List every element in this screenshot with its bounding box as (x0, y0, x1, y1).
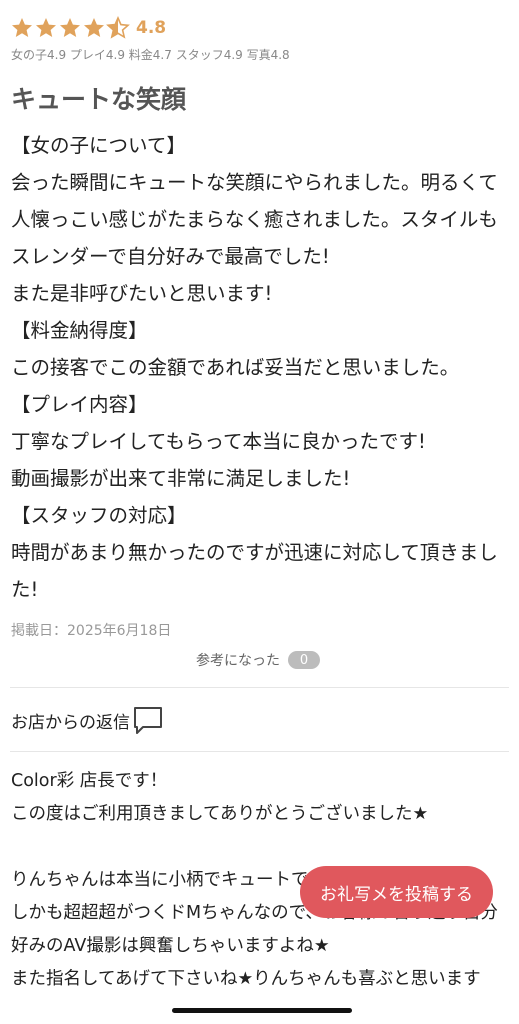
review-line: 【女の子について】 (11, 134, 186, 157)
half-star-icon (106, 16, 130, 39)
speech-bubble-icon (134, 707, 162, 734)
sub-scores: 女の子4.9 プレイ4.9 料金4.7 スタッフ4.9 写真4.8 (11, 48, 290, 62)
review-line: 丁寧なプレイしてもらって本当に良かったです! (11, 430, 426, 453)
review-line: 時間があまり無かったのですが迅速に対応して頂きました! (11, 541, 498, 601)
helpful-count-badge: 0 (288, 651, 320, 669)
reply-line: この度はご利用頂きましてありがとうございました★ (11, 804, 429, 824)
rating-value: 4.8 (136, 18, 167, 38)
review-body: 【女の子について】 会った瞬間にキュートな笑顔にやられました。明るくて人懐っこい… (11, 127, 511, 608)
review-line: 【料金納得度】 (11, 319, 148, 342)
reply-line: Color彩 店長です！ (11, 771, 168, 791)
shop-reply-title: お店からの返信 (11, 712, 130, 733)
helpful-button[interactable]: 参考になった 0 (196, 650, 320, 670)
review-line: 【スタッフの対応】 (11, 504, 187, 527)
post-thank-you-photo-button[interactable]: お礼写メを投稿する (300, 866, 493, 918)
shop-reply-header: お店からの返信 (11, 704, 164, 736)
review-line: 会った瞬間にキュートな笑顔にやられました。明るくて人懐っこい感じがたまらなく癒さ… (11, 171, 498, 268)
review-line: この接客でこの金額であれば妥当だと思いました。 (11, 356, 460, 379)
divider (10, 751, 509, 752)
rating-row: 4.8 (10, 16, 166, 40)
reply-line (11, 831, 511, 864)
review-line: また是非呼びたいと思います! (11, 282, 273, 305)
post-date: 掲載日：2025年6月18日 (11, 623, 172, 639)
home-indicator (172, 1008, 352, 1013)
reply-line: また指名してあげて下さいね★りんちゃんも喜ぶと思います (11, 969, 481, 989)
star-icon (60, 18, 80, 37)
helpful-label: 参考になった (196, 653, 280, 669)
review-title: キュートな笑顔 (11, 85, 187, 114)
star-icon (36, 18, 56, 37)
review-line: 動画撮影が出来て非常に満足しました! (11, 467, 351, 490)
divider (10, 687, 509, 688)
star-icon (84, 18, 104, 37)
review-line: 【プレイ内容】 (11, 393, 148, 416)
star-icon (12, 18, 32, 37)
